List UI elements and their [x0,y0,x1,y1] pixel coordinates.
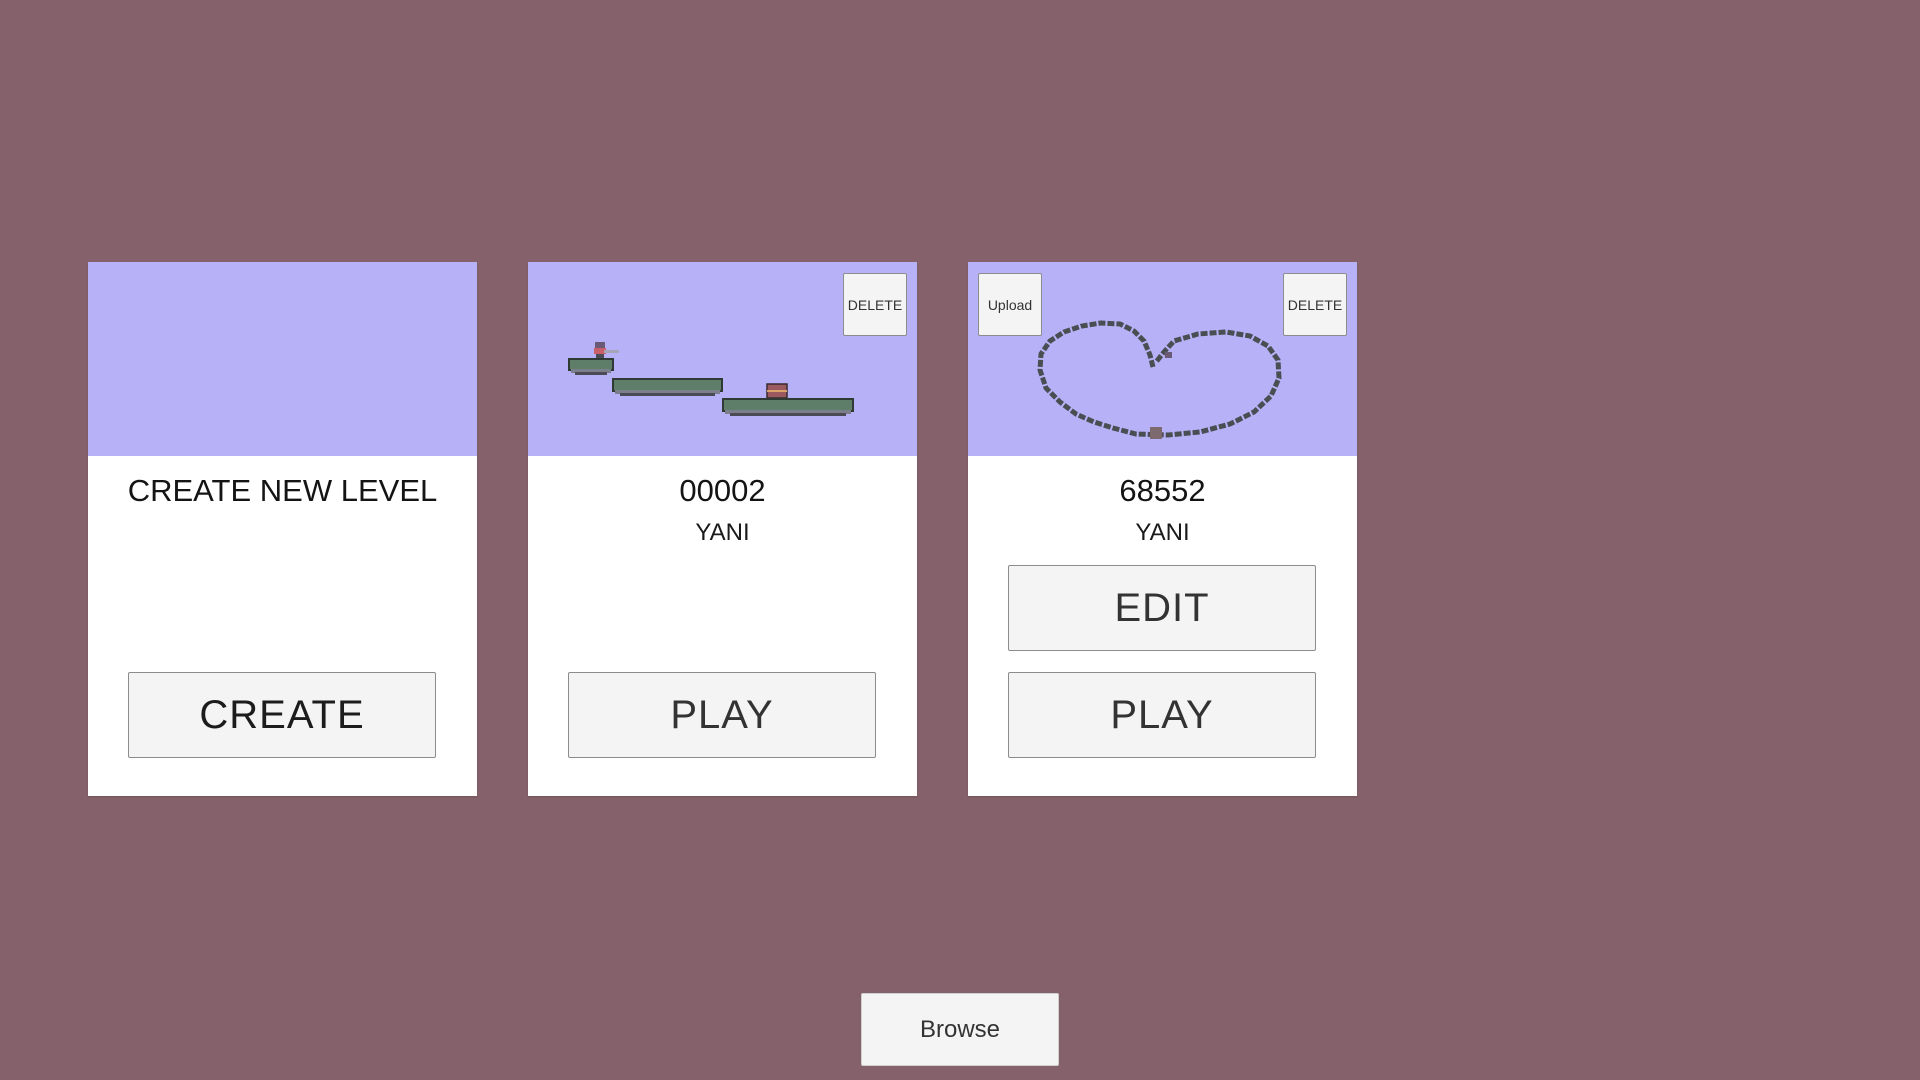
level-thumbnail: Upload DELETE [968,262,1357,456]
delete-button[interactable]: DELETE [843,273,907,336]
heart-outline [1037,320,1282,438]
upload-button[interactable]: Upload [978,273,1042,336]
delete-button[interactable]: DELETE [1283,273,1347,336]
chest-sprite [1150,427,1162,439]
level-author: YANI [1135,519,1190,546]
level-id: 68552 [1119,473,1206,508]
empty-level-thumbnail [88,262,477,456]
level-author: YANI [695,519,750,546]
chest-sprite [766,383,788,399]
level-card-68552: Upload DELETE 68552 YANI EDIT PLAY [968,262,1357,796]
platform [612,378,723,396]
create-button[interactable]: CREATE [128,672,436,758]
edit-button[interactable]: EDIT [1008,565,1316,651]
play-button[interactable]: PLAY [1008,672,1316,758]
card-title: CREATE NEW LEVEL [127,473,438,508]
level-select-screen: CREATE NEW LEVEL CREATE DELETE 00002 YAN… [0,0,1920,1080]
platform [568,358,614,375]
create-level-card: CREATE NEW LEVEL CREATE [88,262,477,796]
player-sprite [1165,352,1172,358]
level-thumbnail: DELETE [528,262,917,456]
level-card-00002: DELETE 00002 YANI PLAY [528,262,917,796]
level-id: 00002 [679,473,766,508]
browse-button[interactable]: Browse [861,993,1059,1066]
platform [722,398,854,416]
play-button[interactable]: PLAY [568,672,876,758]
player-sprite [594,342,619,358]
